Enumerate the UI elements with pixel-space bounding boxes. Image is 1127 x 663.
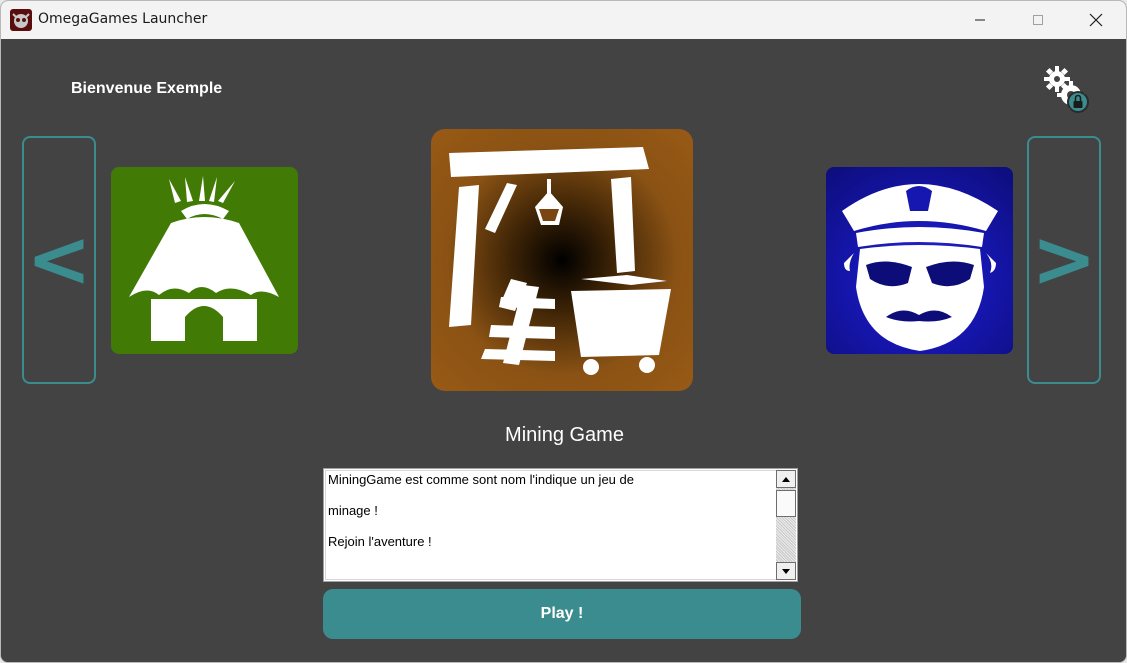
game-description-text: MiningGame est comme sont nom l'indique … [328, 473, 773, 566]
maximize-icon [1033, 15, 1043, 25]
launcher-content: Bienvenue Exemple < > Mining Game Mining… [1, 39, 1126, 662]
mine-cart-icon [449, 147, 671, 375]
scroll-down-button[interactable] [776, 562, 796, 580]
scrollbar-thumb[interactable] [776, 490, 796, 517]
game-tile-previous[interactable] [111, 167, 298, 354]
close-button[interactable] [1067, 1, 1125, 39]
scroll-up-button[interactable] [776, 470, 796, 488]
play-button[interactable]: Play ! [323, 589, 801, 639]
title-bar[interactable]: OmegaGames Launcher [1, 1, 1126, 39]
description-line: minage ! [328, 503, 378, 518]
minimize-button[interactable] [951, 1, 1009, 39]
scroll-up-icon [782, 476, 790, 482]
minimize-icon [975, 19, 985, 21]
previous-game-button[interactable]: < [22, 136, 96, 384]
selected-game-title: Mining Game [505, 424, 624, 446]
police-officer-icon [842, 184, 998, 351]
game-tile-selected[interactable] [431, 129, 693, 391]
scroll-down-icon [782, 568, 790, 574]
game-description-textarea[interactable]: MiningGame est comme sont nom l'indique … [323, 468, 798, 582]
description-line: Rejoin l'aventure ! [328, 534, 432, 549]
omegagames-logo-icon [10, 9, 32, 31]
maximize-button[interactable] [1009, 1, 1067, 39]
description-line: MiningGame est comme sont nom l'indique … [328, 472, 634, 487]
close-icon [1089, 13, 1103, 27]
gears-lock-icon[interactable] [1041, 63, 1095, 117]
welcome-text: Bienvenue Exemple [71, 80, 223, 97]
launcher-window: OmegaGames Launcher Bienvenue Exemple < … [0, 0, 1127, 663]
game-tile-next[interactable] [826, 167, 1013, 354]
description-scrollbar[interactable] [776, 470, 796, 580]
next-game-button[interactable]: > [1027, 136, 1101, 384]
window-title: OmegaGames Launcher [38, 11, 208, 27]
hut-icon [129, 176, 279, 341]
